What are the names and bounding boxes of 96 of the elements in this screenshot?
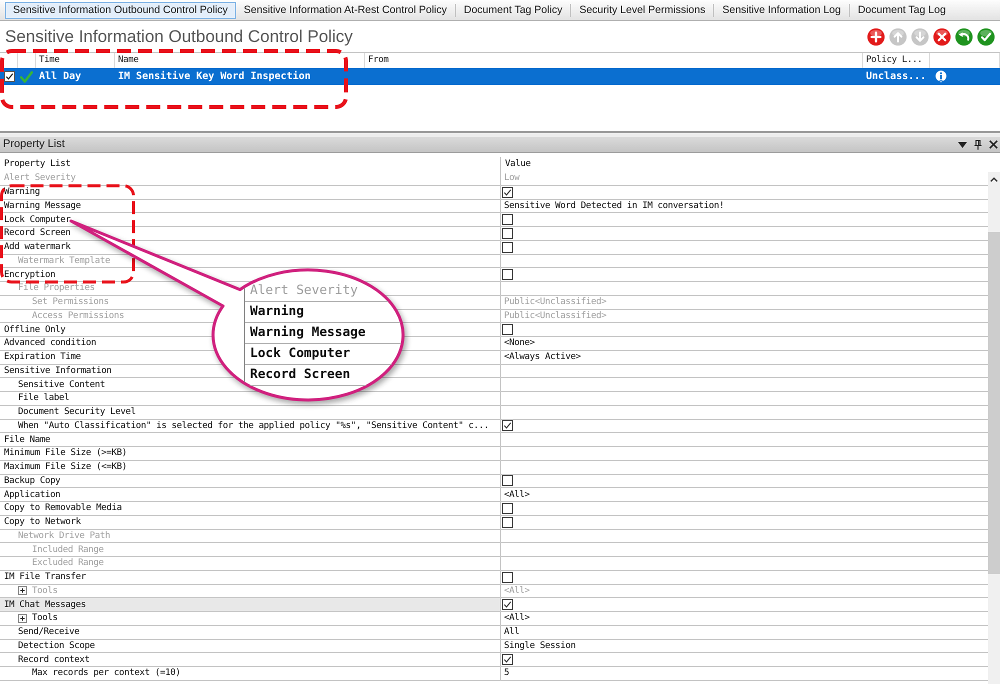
property-label: Encryption <box>4 270 56 280</box>
property-label: Set Permissions <box>32 297 109 308</box>
property-label: Minimum File Size (>=KB) <box>4 448 127 458</box>
plus-icon <box>867 28 885 46</box>
property-label: Watermark Template <box>18 256 110 266</box>
magnified-label: Lock Computer <box>250 348 350 360</box>
info-icon[interactable] <box>935 70 947 83</box>
property-label: Lock Computer <box>4 214 71 225</box>
property-label: Access Permissions <box>32 310 124 321</box>
property-label: File Name <box>4 434 50 445</box>
apply-button[interactable] <box>977 28 995 46</box>
check-icon <box>20 70 33 82</box>
property-value: Low <box>504 173 520 184</box>
checkbox[interactable] <box>502 420 513 432</box>
property-label: Sensitive Information <box>4 366 112 376</box>
property-label: Alert Severity <box>4 173 76 184</box>
pin-icon[interactable] <box>974 140 982 150</box>
tab[interactable]: Sensitive Information Log <box>714 2 849 19</box>
scrollbar-thumb[interactable] <box>988 232 1000 574</box>
property-label: Advanced condition <box>4 338 96 348</box>
expand-icon[interactable] <box>18 614 27 623</box>
property-label: Tools <box>32 586 58 596</box>
undo-button[interactable] <box>955 28 973 46</box>
scrollbar[interactable] <box>988 172 1000 684</box>
property-label: Add watermark <box>4 242 71 252</box>
checkbox[interactable] <box>502 242 513 253</box>
tab[interactable]: Security Level Permissions <box>571 2 714 19</box>
checkbox[interactable] <box>502 502 513 514</box>
property-label: Record context <box>18 654 90 665</box>
property-label: Send/Receive <box>18 627 80 638</box>
check-icon <box>977 28 995 46</box>
column-header[interactable]: Value <box>501 157 1000 172</box>
property-value: 5 <box>504 668 510 678</box>
property-label: Copy to Removable Media <box>4 503 122 514</box>
property-label: File label <box>18 393 70 404</box>
tab[interactable]: Document Tag Policy <box>456 2 570 19</box>
property-label: Document Security Level <box>18 407 136 418</box>
property-value: <All> <box>504 613 530 624</box>
property-label: Maximum File Size (<=KB) <box>4 462 127 472</box>
property-label: Copy to Network <box>4 517 81 528</box>
tab[interactable]: Sensitive Information Outbound Control Policy <box>5 2 236 19</box>
property-value: Single Session <box>504 640 576 651</box>
checkbox[interactable] <box>502 269 513 280</box>
property-value: Public<Unclassified> <box>504 310 606 321</box>
property-label: IM Chat Messages <box>4 600 86 610</box>
checkbox[interactable] <box>502 324 513 336</box>
property-value: Public<Unclassified> <box>504 297 606 308</box>
property-label: Network Drive Path <box>18 530 110 541</box>
checkbox[interactable] <box>502 572 513 583</box>
tab[interactable]: Document Tag Log <box>850 2 954 19</box>
checkbox[interactable] <box>502 654 513 666</box>
property-label: Warning <box>4 187 40 198</box>
dropdown-icon[interactable] <box>958 142 967 148</box>
table-cell-text: IM Sensitive Key Word Inspection <box>117 72 311 82</box>
property-value: <Always Active> <box>504 352 581 362</box>
policy-row[interactable]: All Day IM Sensitive Key Word Inspection Unclass... <box>0 68 1000 85</box>
delete-button[interactable] <box>933 28 951 46</box>
panel-title: Property List <box>3 139 65 150</box>
checkbox[interactable] <box>502 228 513 239</box>
property-value: Sensitive Word Detected in IM conversation! <box>504 200 724 211</box>
table-cell-text: All Day <box>38 72 82 82</box>
property-label: File Properties <box>18 283 95 294</box>
checkbox[interactable] <box>502 516 513 528</box>
property-label: Tools <box>32 613 58 624</box>
property-label: When "Auto Classification" is selected for the applied policy "%s", "Sensitive Content" c... <box>18 420 489 431</box>
property-value: <All> <box>504 586 530 596</box>
property-value: <All> <box>504 490 530 500</box>
magnified-label: Alert Severity <box>250 284 358 298</box>
add-button[interactable] <box>867 28 885 46</box>
table-cell-text: Unclass... <box>865 72 926 82</box>
close-icon[interactable] <box>989 140 998 149</box>
cross-icon <box>933 28 951 46</box>
checkbox[interactable] <box>502 186 513 198</box>
property-label: Sensitive Content <box>18 380 106 390</box>
checkbox[interactable] <box>4 71 15 82</box>
property-label: Detection Scope <box>18 640 95 651</box>
property-name-cell[interactable]: IM Chat Messages <box>0 598 501 611</box>
property-label: Expiration Time <box>4 352 81 362</box>
property-label: Offline Only <box>4 324 66 335</box>
property-label: Record Screen <box>4 228 71 238</box>
property-label: IM File Transfer <box>4 572 86 582</box>
property-label: Backup Copy <box>4 476 60 486</box>
property-label: Warning Message <box>4 200 81 211</box>
tab[interactable]: Sensitive Information At-Rest Control Policy <box>236 2 455 19</box>
property-value: All <box>504 627 520 638</box>
property-label: Max records per context (=10) <box>32 668 180 678</box>
checkbox[interactable] <box>502 599 513 610</box>
page-title: Sensitive Information Outbound Control Policy <box>5 28 353 45</box>
property-label: Application <box>4 490 60 500</box>
checkbox[interactable] <box>502 475 513 486</box>
property-label: Excluded Range <box>32 558 104 568</box>
property-value: <None> <box>504 338 535 348</box>
magnified-label: Warning <box>250 306 304 318</box>
chevron-up-icon[interactable] <box>990 176 998 182</box>
checkbox[interactable] <box>502 214 513 226</box>
property-label: Included Range <box>32 544 104 555</box>
